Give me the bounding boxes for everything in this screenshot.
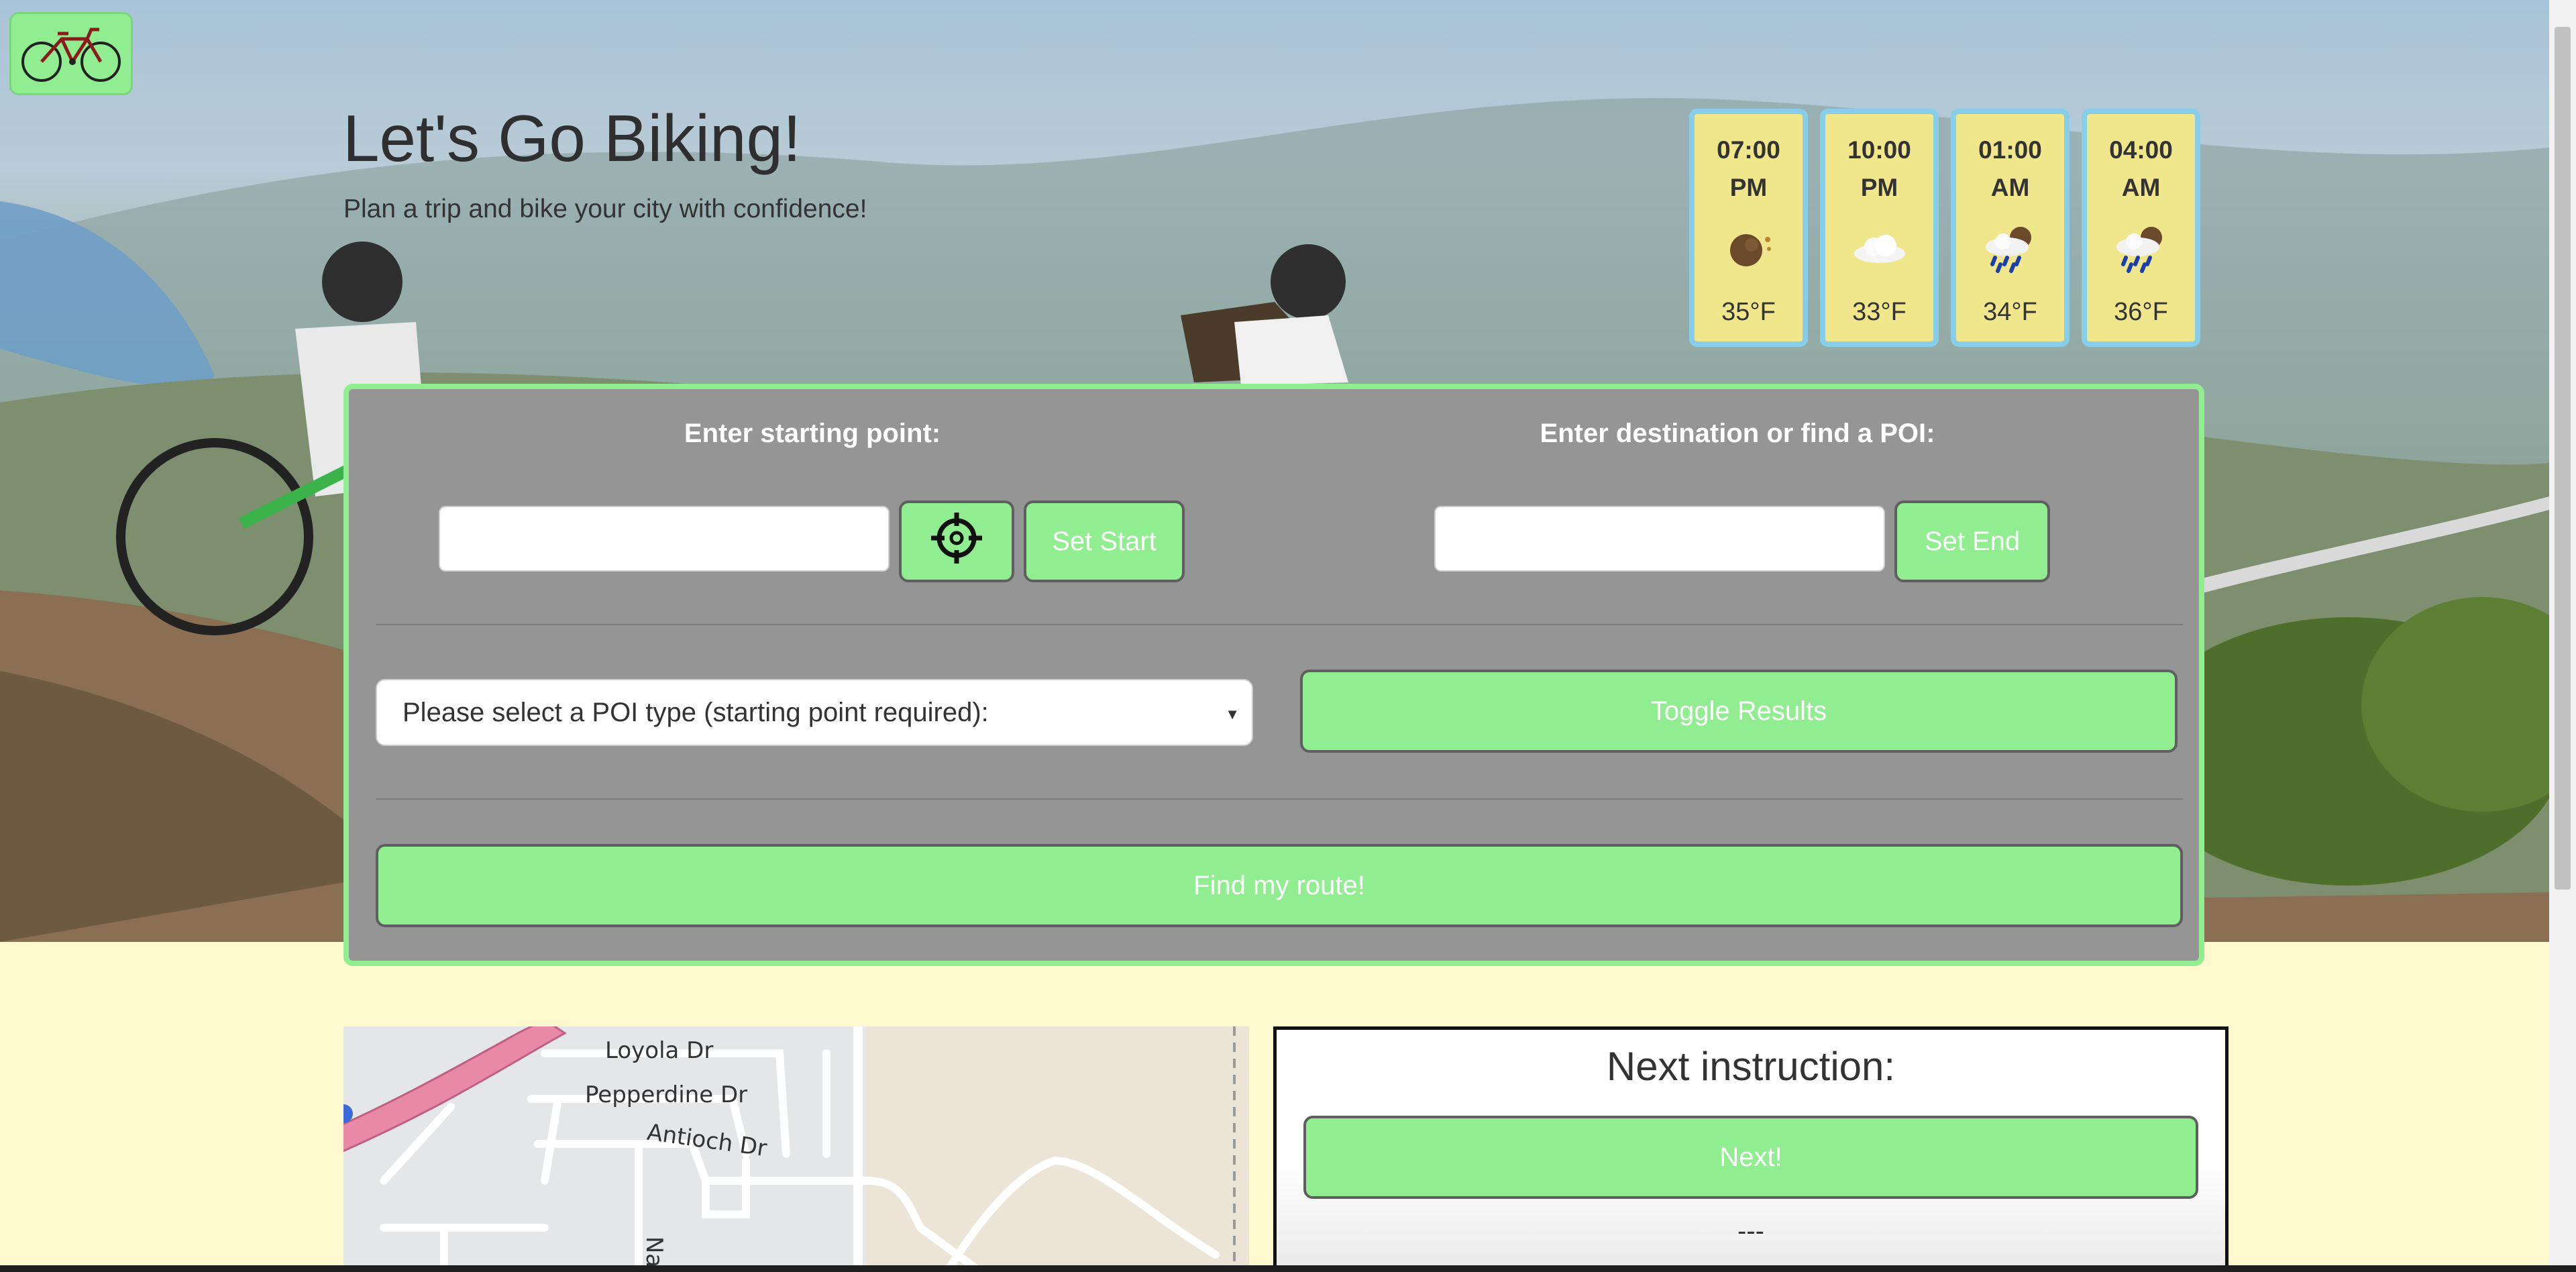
toggle-results-button[interactable]: Toggle Results	[1300, 670, 2178, 753]
next-instruction-button[interactable]: Next!	[1303, 1116, 2198, 1199]
bicycle-icon	[17, 19, 125, 89]
street-label: Loyola Dr	[605, 1037, 714, 1064]
weather-time: 04:00 AM	[2109, 136, 2173, 201]
weather-time: 01:00 AM	[1978, 136, 2042, 201]
weather-time: 07:00 PM	[1717, 136, 1780, 201]
weather-temp: 33°F	[1852, 298, 1907, 326]
current-instruction: ---	[1737, 1216, 1764, 1246]
weather-temp: 34°F	[1983, 298, 2037, 326]
street-label: Na	[641, 1236, 668, 1268]
weather-card: 10:00 PM 33°F	[1820, 109, 1939, 347]
divider	[376, 798, 2183, 800]
logo[interactable]	[9, 12, 133, 95]
moon-icon	[1722, 221, 1776, 275]
divider	[376, 624, 2183, 625]
weather-card: 01:00 AM 34°F	[1951, 109, 2070, 347]
page-subtitle: Plan a trip and bike your city with conf…	[343, 195, 867, 223]
weather-card: 04:00 AM 36°F	[2082, 109, 2200, 347]
poi-select-value: Please select a POI type (starting point…	[402, 697, 989, 727]
weather-card: 07:00 PM 35°F	[1689, 109, 1808, 347]
cloud-icon	[1849, 221, 1910, 275]
weather-temp: 35°F	[1721, 298, 1776, 326]
start-label: Enter starting point:	[684, 419, 941, 448]
weather-forecast: 07:00 PM 35°F 10:00 PM 33°F 01:00 AM 34°…	[1689, 109, 2200, 347]
locate-button[interactable]	[899, 500, 1014, 582]
weather-temp: 36°F	[2114, 298, 2168, 326]
weather-time: 10:00 PM	[1847, 136, 1911, 201]
rain-night-icon	[1980, 221, 2041, 275]
poi-type-select[interactable]: Please select a POI type (starting point…	[376, 679, 1253, 746]
crosshair-icon	[930, 511, 983, 572]
chevron-down-icon: ▼	[1225, 706, 1240, 723]
start-input[interactable]	[439, 506, 890, 572]
rain-night-icon	[2111, 221, 2171, 275]
set-start-button[interactable]: Set Start	[1024, 500, 1185, 582]
vertical-scrollbar[interactable]	[2549, 0, 2576, 1272]
destination-input[interactable]	[1434, 506, 1885, 572]
find-route-button[interactable]: Find my route!	[376, 844, 2183, 927]
taskbar	[0, 1265, 2576, 1272]
map-view[interactable]: Loyola Dr Pepperdine Dr Antioch Dr Na	[343, 1026, 1249, 1272]
scrollbar-thumb[interactable]	[2555, 27, 2571, 890]
destination-label: Enter destination or find a POI:	[1540, 419, 1935, 448]
set-end-button[interactable]: Set End	[1894, 500, 2050, 582]
page-title: Let's Go Biking!	[343, 101, 802, 175]
route-panel: Enter starting point: Enter destination …	[343, 384, 2204, 966]
instructions-heading: Next instruction:	[1606, 1044, 1896, 1089]
instructions-panel: Next instruction: Next! ---	[1273, 1026, 2229, 1272]
street-label: Pepperdine Dr	[585, 1081, 748, 1108]
